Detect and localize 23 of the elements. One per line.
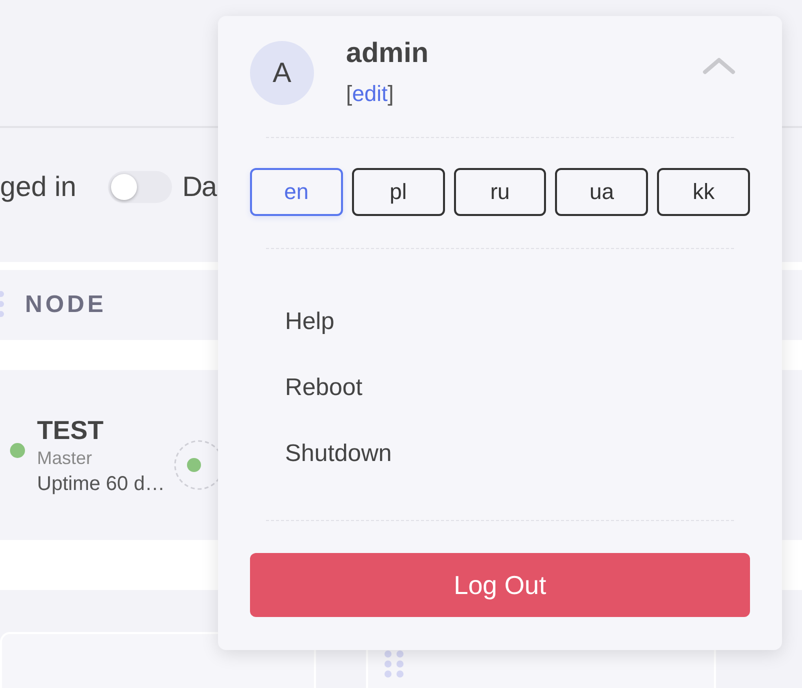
- chevron-icon[interactable]: [702, 57, 736, 75]
- node-name: TEST: [37, 414, 104, 446]
- menu-item[interactable]: Shutdown: [285, 439, 392, 468]
- language-button[interactable]: ua: [555, 168, 648, 216]
- menu-item[interactable]: Help: [285, 307, 334, 336]
- toggle-switch[interactable]: [108, 171, 172, 203]
- language-button[interactable]: en: [250, 168, 343, 216]
- avatar: A: [250, 41, 314, 105]
- language-button[interactable]: pl: [352, 168, 445, 216]
- status-dot: [10, 442, 25, 458]
- node-role: Master: [37, 448, 94, 468]
- logout-button[interactable]: Log Out: [250, 553, 750, 617]
- node-uptime: Uptime 60 d…: [37, 472, 165, 496]
- edit-link[interactable]: [edit]: [346, 81, 394, 107]
- menu-item[interactable]: Reboot: [285, 373, 362, 402]
- username: admin: [346, 37, 430, 69]
- language-button[interactable]: kk: [657, 168, 750, 216]
- toggle-label: Da: [182, 171, 216, 203]
- language-button[interactable]: ru: [454, 168, 546, 216]
- drag-handle-icon[interactable]: [0, 290, 6, 320]
- column-title: NODE: [25, 291, 106, 319]
- drag-handle-icon[interactable]: [384, 650, 404, 680]
- toggle-label: ged in: [0, 171, 76, 203]
